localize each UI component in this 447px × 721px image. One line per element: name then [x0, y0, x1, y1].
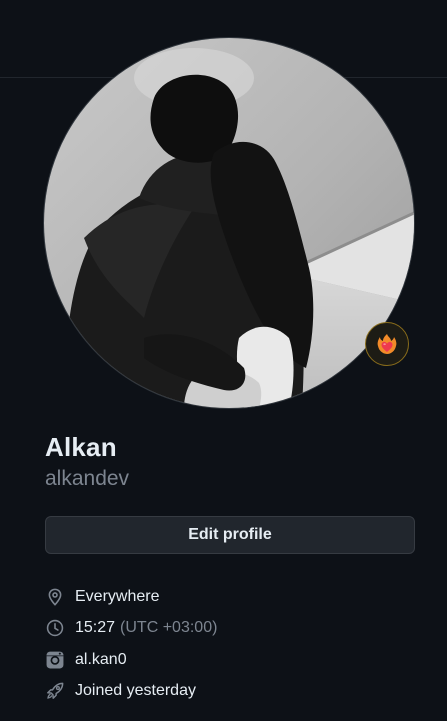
instagram-icon: [45, 650, 65, 670]
local-time-item: 15:27 (UTC +03:00): [45, 613, 217, 645]
avatar-container: [44, 38, 414, 408]
rocket-icon: [45, 681, 65, 701]
timezone-text: (UTC +03:00): [120, 619, 218, 637]
location-pin-icon: [45, 587, 65, 607]
heart-on-fire-emoji-icon: [377, 334, 397, 354]
avatar[interactable]: [44, 38, 414, 408]
profile-sidebar: Alkan alkandev Edit profile Everywhere 1…: [0, 0, 447, 721]
instagram-item: al.kan0: [45, 644, 217, 676]
display-name: Alkan: [45, 432, 117, 462]
status-badge[interactable]: [365, 322, 409, 366]
avatar-image: [44, 38, 414, 408]
profile-details-list: Everywhere 15:27 (UTC +03:00) al.kan0 Jo…: [45, 581, 217, 707]
edit-profile-button[interactable]: Edit profile: [45, 516, 415, 554]
local-time-text: 15:27: [75, 619, 116, 637]
profile-names: Alkan alkandev: [45, 430, 129, 494]
location-text: Everywhere: [75, 587, 160, 605]
joined-item: Joined yesterday: [45, 676, 217, 708]
instagram-link[interactable]: al.kan0: [75, 651, 127, 669]
joined-text: Joined yesterday: [75, 682, 196, 700]
username: alkandev: [45, 467, 130, 490]
location-item: Everywhere: [45, 581, 217, 613]
clock-icon: [45, 618, 65, 638]
